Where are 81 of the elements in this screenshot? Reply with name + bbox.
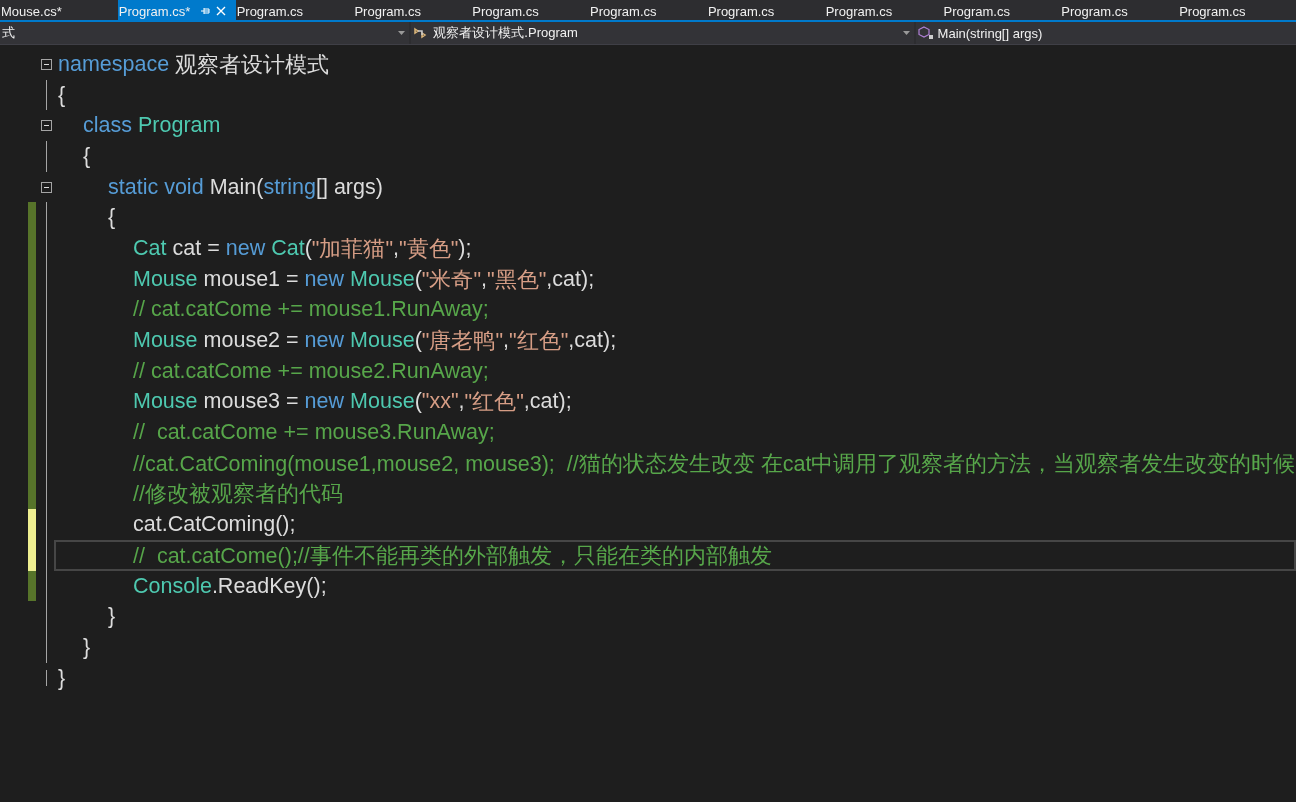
code-token: {	[83, 143, 91, 169]
code-token: "红色"	[464, 389, 524, 417]
code-token: {	[108, 205, 116, 231]
navigation-dropdown[interactable]: Main(string[] args)	[915, 22, 1296, 44]
code-token: new	[225, 235, 266, 261]
close-icon[interactable]	[216, 6, 227, 16]
code-token: ,	[393, 235, 400, 261]
code-token: "唐老鸭"	[421, 328, 504, 356]
code-token: "红色"	[509, 328, 569, 356]
file-tab[interactable]: Program.cs	[471, 0, 590, 20]
file-tab[interactable]: Program.cs	[706, 0, 825, 20]
code-token: (	[304, 235, 312, 261]
code-token: Mouse	[133, 328, 198, 354]
dropdown-arrow-icon	[398, 31, 406, 35]
code-token: // cat.catCome += mouse3.RunAway;	[133, 420, 495, 446]
code-token: ,cat);	[523, 389, 572, 415]
code-token: cat.CatComing();	[133, 512, 296, 538]
code-token: mouse1 =	[203, 266, 299, 292]
code-token: ,	[503, 328, 510, 354]
code-token: Mouse	[350, 266, 415, 292]
code-token: Main(	[209, 174, 264, 200]
file-tab[interactable]: Program.cs	[589, 0, 707, 20]
file-tab[interactable]: Program.cs	[942, 0, 1061, 20]
code-token: Cat	[133, 235, 167, 261]
collapse-icon[interactable]	[40, 58, 52, 70]
code-token: 观察者设计模式	[175, 51, 330, 79]
code-token: Mouse	[133, 389, 198, 415]
file-tab[interactable]: Program.cs	[1178, 0, 1296, 20]
code-token: (	[414, 328, 422, 354]
code-token: }	[83, 634, 91, 660]
code-token: //修改被观察者的代码	[133, 481, 343, 509]
code-token: {	[58, 82, 66, 108]
navigation-dropdown[interactable]: 观察者设计模式.Program	[411, 22, 914, 44]
code-token: // cat.catCome += mouse1.RunAway;	[133, 297, 489, 323]
file-tab[interactable]: Program.cs	[235, 0, 354, 20]
code-token: "加菲猫"	[311, 235, 394, 263]
pin-icon[interactable]	[200, 6, 211, 16]
file-tab[interactable]: Program.cs	[824, 0, 943, 20]
code-token: mouse3 =	[203, 389, 299, 415]
code-token: Mouse	[350, 389, 415, 415]
file-tab[interactable]: Program.cs*	[117, 0, 236, 20]
code-token: Console	[133, 573, 212, 599]
code-token: Mouse	[350, 328, 415, 354]
code-token: Mouse	[133, 266, 198, 292]
code-token: class	[83, 113, 132, 139]
code-token: ,cat);	[546, 266, 595, 292]
collapse-icon[interactable]	[40, 120, 52, 132]
code-token: );	[458, 235, 472, 261]
collapse-icon[interactable]	[40, 181, 52, 193]
code-token: new	[304, 328, 345, 354]
code-token: Program	[138, 113, 221, 139]
code-token: (	[414, 266, 422, 292]
code-token: (	[414, 389, 422, 415]
code-token: ,	[481, 266, 488, 292]
code-token: [] args)	[315, 174, 383, 200]
code-token: // cat.catCome += mouse2.RunAway;	[133, 358, 489, 384]
code-token: "黑色"	[487, 266, 547, 294]
code-token: Cat	[271, 235, 305, 261]
code-token: "xx"	[421, 389, 459, 415]
file-tab[interactable]: Program.cs	[1060, 0, 1179, 20]
code-token: new	[304, 266, 345, 292]
code-token: new	[304, 389, 345, 415]
code-token: namespace	[58, 51, 170, 77]
navigation-dropdown[interactable]: 式	[0, 22, 410, 44]
code-token: static void	[108, 174, 204, 200]
code-token: .ReadKey();	[211, 573, 327, 599]
code-token: ,cat);	[568, 328, 617, 354]
code-token: }	[108, 604, 116, 630]
code-token: "米奇"	[421, 266, 482, 294]
code-token: ,	[458, 389, 465, 415]
code-token: "黄色"	[399, 235, 459, 263]
code-token: //cat.CatComing(mouse1,mouse2, mouse3); //猫的状态发生改变 在cat中调用了观察者的方法，当观察者发生改变的时候	[133, 450, 1296, 478]
method-icon	[917, 26, 934, 40]
code-token: // cat.catCome();//事件不能再类的外部触发，只能在类的内部触发	[133, 542, 772, 570]
code-token: string	[263, 174, 316, 200]
file-tab[interactable]: Program.cs	[353, 0, 472, 20]
file-tab[interactable]: Mouse.cs*	[0, 0, 118, 20]
code-token: cat =	[172, 235, 220, 261]
code-token: mouse2 =	[203, 328, 299, 354]
code-token: }	[58, 665, 66, 691]
dropdown-arrow-icon	[902, 31, 910, 35]
